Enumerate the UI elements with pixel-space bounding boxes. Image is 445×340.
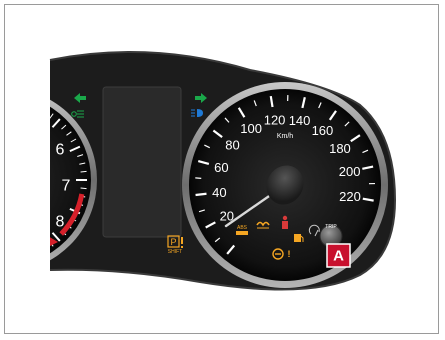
center-display [102,86,182,238]
tach-tick [80,187,87,190]
svg-text:ABS: ABS [237,225,248,231]
svg-text:P: P [170,237,176,247]
speed-tick [195,192,207,197]
shift-label: SHIFT [168,249,182,255]
speed-label-180: 180 [329,141,351,156]
speedometer: 20406080100120 140160180200220 Km/h ABS ! [182,82,388,288]
speed-label-200: 200 [339,164,361,179]
svg-text:!: ! [288,249,291,259]
speed-label-60: 60 [214,160,228,175]
tach-label-7: 7 [62,178,71,195]
tach-tick [80,170,87,173]
speed-label-220: 220 [339,189,361,204]
speed-unit-label: Km/h [277,133,293,140]
speed-label-160: 160 [312,123,334,138]
callout-letter: A [333,248,344,265]
speed-label-100: 100 [240,121,262,136]
tach-tick [43,109,46,114]
tach-label-6: 6 [56,142,65,159]
tach-label-8: 8 [56,214,65,231]
speed-label-40: 40 [212,185,226,200]
callout-badge-a: A [326,243,351,268]
abs-warning-icon: ABS [236,225,248,235]
speed-label-120: 120 [264,112,286,127]
instrument-cluster: 6 7 8 P SHIFT 20406080100120 140160180200… [43,51,397,291]
high-beam-icon [191,109,203,117]
tach-tick [43,246,46,251]
trip-label: TRIP [325,224,337,230]
seatbelt-warning-icon [282,215,288,229]
speed-label-80: 80 [225,138,239,153]
speed-label-140: 140 [289,113,311,128]
